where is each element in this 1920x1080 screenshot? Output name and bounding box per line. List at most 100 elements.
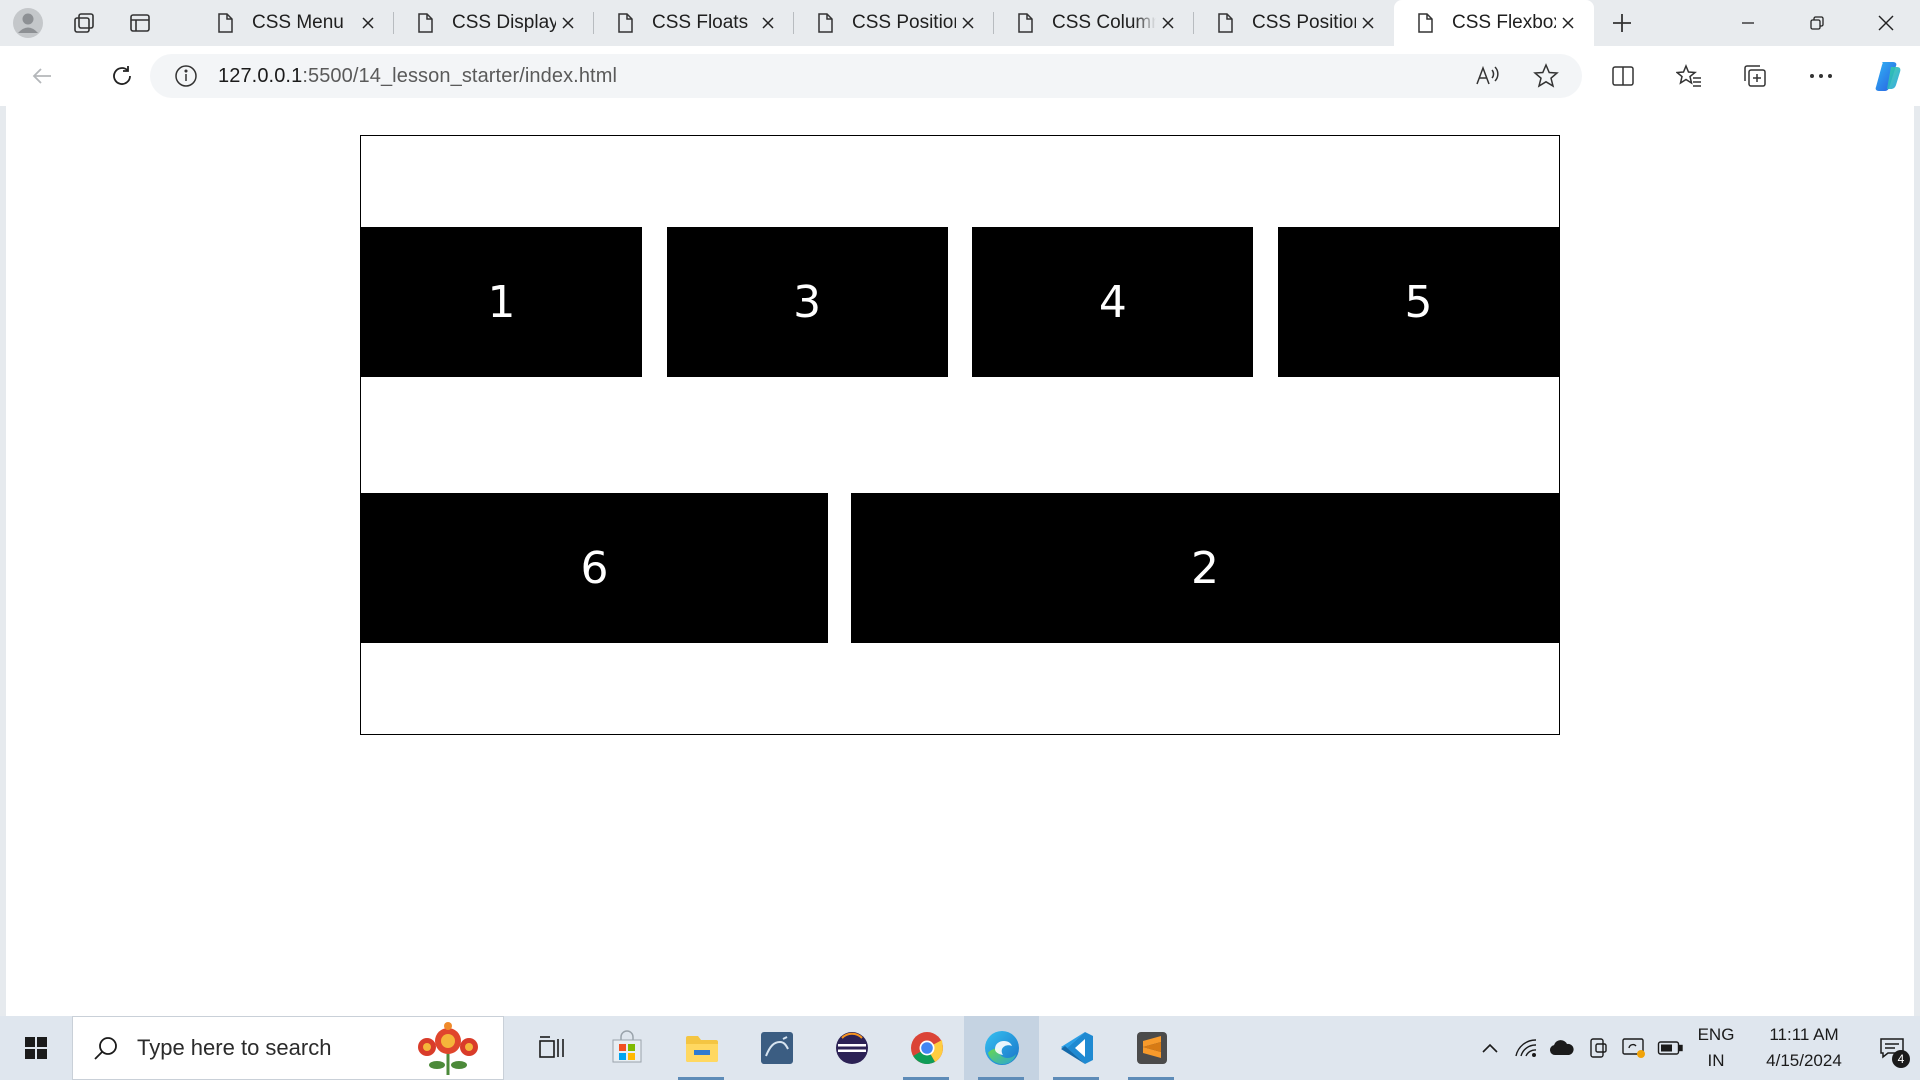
url-text[interactable]: 127.0.0.1:5500/14_lesson_starter/index.h… [218, 65, 1466, 88]
site-info-icon[interactable] [174, 64, 198, 88]
back-button[interactable] [14, 48, 70, 104]
workspaces-button[interactable] [56, 0, 112, 46]
start-button[interactable] [0, 1016, 72, 1080]
favorites-button[interactable] [1656, 48, 1722, 104]
close-icon [1362, 17, 1374, 29]
favorite-star-button[interactable] [1524, 54, 1568, 98]
settings-more-button[interactable] [1788, 48, 1854, 104]
cloud-icon [1549, 1040, 1574, 1055]
flex-item-1: 1 [361, 227, 642, 377]
windows-logo-icon [25, 1037, 47, 1059]
taskbar: Type here to search ENG IN 11:11 AM 4/15… [0, 1016, 1920, 1080]
network-button[interactable] [1508, 1016, 1544, 1080]
eclipse-icon [835, 1032, 868, 1064]
collections-icon [1744, 65, 1766, 87]
close-tab-button[interactable] [356, 11, 380, 35]
flex-item-6: 6 [361, 493, 828, 643]
tab-css-position-2[interactable]: CSS Position [1194, 0, 1394, 46]
device-icon [1590, 1038, 1607, 1058]
onedrive-button[interactable] [1544, 1016, 1580, 1080]
close-icon [1162, 17, 1174, 29]
close-icon [1562, 17, 1574, 29]
close-tab-button[interactable] [956, 11, 980, 35]
close-tab-button[interactable] [556, 11, 580, 35]
tab-title: CSS Position [852, 12, 956, 33]
file-explorer-icon [685, 1036, 718, 1062]
clock-date: 4/15/2024 [1766, 1051, 1842, 1070]
page-icon [418, 13, 433, 33]
system-tray: ENG IN 11:11 AM 4/15/2024 4 [1472, 1016, 1920, 1080]
tab-css-menu[interactable]: CSS Menu [194, 0, 394, 46]
flex-item-5: 5 [1277, 227, 1559, 377]
page-icon [618, 13, 633, 33]
refresh-icon [113, 66, 131, 85]
sublime-text-icon [1136, 1032, 1167, 1064]
windows-update-button[interactable] [1616, 1016, 1652, 1080]
read-aloud-icon [1476, 65, 1499, 85]
tab-css-floats[interactable]: CSS Floats [594, 0, 794, 46]
minimize-icon [1741, 22, 1754, 24]
file-explorer-button[interactable] [664, 1016, 739, 1080]
vscode-button[interactable] [1039, 1016, 1114, 1080]
flex-item-3: 3 [666, 227, 948, 377]
tab-strip: CSS Menu CSS Display CSS Floats CSS Posi… [0, 0, 1920, 46]
flex-item-2: 2 [851, 493, 1559, 643]
language-region: IN [1707, 1051, 1725, 1070]
tab-css-position[interactable]: CSS Position [794, 0, 994, 46]
tab-title: CSS Display [452, 12, 556, 33]
microsoft-store-button[interactable] [589, 1016, 664, 1080]
battery-button[interactable] [1652, 1016, 1688, 1080]
close-tab-button[interactable] [1156, 11, 1180, 35]
profile-button[interactable] [0, 0, 56, 46]
edge-button[interactable] [964, 1016, 1039, 1080]
more-dots-icon [1810, 74, 1832, 78]
collections-button[interactable] [1722, 48, 1788, 104]
sublime-text-button[interactable] [1114, 1016, 1189, 1080]
page-icon [218, 13, 233, 33]
clock-time: 11:11 AM [1769, 1025, 1839, 1044]
tab-css-columns[interactable]: CSS Columns [994, 0, 1194, 46]
tab-css-display[interactable]: CSS Display [394, 0, 594, 46]
profile-icon [13, 8, 43, 38]
show-hidden-icons-button[interactable] [1472, 1016, 1508, 1080]
clock[interactable]: 11:11 AM 4/15/2024 [1744, 1022, 1864, 1074]
meet-now-button[interactable] [1580, 1016, 1616, 1080]
minimize-button[interactable] [1713, 0, 1782, 46]
task-view-button[interactable] [514, 1016, 589, 1080]
chrome-icon [910, 1032, 943, 1065]
taskbar-search-box[interactable]: Type here to search [72, 1016, 504, 1080]
flex-row-2: 6 2 [361, 493, 1559, 643]
close-tab-button[interactable] [1556, 11, 1580, 35]
url-path: :5500/14_lesson_starter/index.html [302, 64, 618, 87]
split-screen-icon [1612, 66, 1634, 86]
plus-icon [1613, 14, 1631, 32]
language-code: ENG [1697, 1025, 1735, 1044]
tab-css-flexbox[interactable]: CSS Flexbox [1394, 0, 1594, 46]
close-tab-button[interactable] [1356, 11, 1380, 35]
close-icon [762, 17, 774, 29]
input-language-indicator[interactable]: ENG IN [1688, 1022, 1744, 1074]
close-tab-button[interactable] [756, 11, 780, 35]
address-bar[interactable]: 127.0.0.1:5500/14_lesson_starter/index.h… [150, 54, 1582, 98]
mysql-workbench-button[interactable] [739, 1016, 814, 1080]
edge-icon [984, 1031, 1019, 1065]
mysql-workbench-icon [760, 1032, 793, 1064]
page-icon [1218, 13, 1233, 33]
chrome-button[interactable] [889, 1016, 964, 1080]
vertical-tabs-button[interactable] [112, 0, 168, 46]
new-tab-button[interactable] [1594, 0, 1650, 46]
eclipse-button[interactable] [814, 1016, 889, 1080]
tab-title: CSS Menu [252, 12, 344, 33]
toolbar-actions [1590, 46, 1920, 106]
restore-button[interactable] [1782, 0, 1851, 46]
copilot-button[interactable] [1854, 48, 1920, 104]
close-window-button[interactable] [1851, 0, 1920, 46]
split-screen-button[interactable] [1590, 48, 1656, 104]
search-placeholder: Type here to search [137, 1035, 332, 1060]
refresh-button[interactable] [94, 48, 150, 104]
read-aloud-button[interactable] [1466, 54, 1510, 98]
close-icon [962, 17, 974, 29]
page-icon [818, 13, 833, 33]
notification-center-button[interactable]: 4 [1864, 1016, 1920, 1080]
microsoft-store-icon [612, 1030, 641, 1063]
